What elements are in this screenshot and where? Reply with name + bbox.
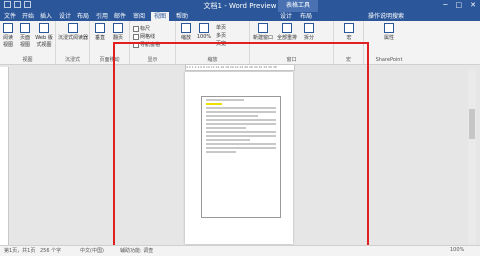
zoom-button[interactable]: 缩放 (178, 23, 194, 41)
new-window-icon (258, 23, 268, 33)
side-to-side-button[interactable]: 翻页 (110, 23, 126, 41)
tab-table-design[interactable]: 设计 (280, 12, 292, 21)
zoom-100-button[interactable]: 100% (196, 23, 212, 40)
title-bar: 文档1 - Word Preview 表格工具 ─ □ ✕ (0, 0, 480, 12)
group-immersive: 沉浸式阅读器 沉浸式 (56, 21, 90, 64)
group-label: SharePoint (375, 57, 403, 63)
vertical-scrollbar[interactable] (468, 69, 476, 245)
checkbox-icon (133, 25, 139, 32)
tab-mailings[interactable]: 邮件 (114, 12, 126, 21)
status-bar: 第1页，共1页 256 个字 中文(中国) 辅助功能: 调查 100% (0, 245, 480, 256)
tell-me-search[interactable]: 操作说明搜索 (368, 12, 404, 21)
maximize-icon[interactable]: □ (456, 1, 463, 9)
new-window-button[interactable]: 新建窗口 (252, 23, 274, 41)
print-layout-button[interactable]: 页面视图 (18, 23, 32, 48)
web-layout-button[interactable]: Web 版式视图 (34, 23, 54, 48)
language-indicator[interactable]: 中文(中国) (80, 247, 104, 254)
immersive-reader-button[interactable]: 沉浸式阅读器 (58, 23, 88, 41)
checkbox-icon (133, 33, 139, 40)
one-page-button[interactable]: 单页 (216, 24, 226, 31)
group-label: 沉浸式 (64, 57, 80, 63)
macros-button[interactable]: 宏 (340, 23, 358, 41)
tab-design[interactable]: 设计 (59, 12, 71, 21)
window-title: 文档1 - Word Preview (203, 2, 277, 10)
accessibility-status[interactable]: 辅助功能: 调查 (120, 247, 153, 254)
zoom-level[interactable]: 100% (450, 247, 464, 253)
tab-review[interactable]: 审阅 (133, 12, 145, 21)
split-icon (304, 23, 314, 33)
read-mode-button[interactable]: 阅读视图 (1, 23, 15, 48)
group-views: 阅读视图 页面视图 Web 版式视图 视图 (0, 21, 56, 64)
vertical-button[interactable]: 垂直 (92, 23, 108, 41)
tab-file[interactable]: 文件 (4, 12, 17, 21)
magnifier-icon (181, 23, 191, 33)
split-button[interactable]: 拆分 (300, 23, 318, 41)
properties-icon (384, 23, 394, 33)
scrollbar-thumb[interactable] (469, 109, 475, 139)
side-to-side-icon (113, 23, 123, 33)
zoom-100-icon (199, 23, 209, 33)
context-tab-label: 表格工具 (278, 0, 318, 12)
annotation-highlight-frame (113, 42, 369, 250)
immersive-reader-icon (68, 23, 78, 33)
multiple-pages-button[interactable]: 多页 (216, 32, 226, 39)
window-controls: ─ □ ✕ (443, 1, 476, 9)
web-layout-icon (39, 23, 49, 33)
tab-table-layout[interactable]: 布局 (300, 12, 312, 21)
ribbon-tabs: 文件 开始 插入 设计 布局 引用 邮件 审阅 视图 帮助 设计 布局 操作说明… (0, 12, 480, 21)
tab-layout[interactable]: 布局 (77, 12, 89, 21)
group-label: 视图 (22, 57, 33, 63)
tab-view[interactable]: 视图 (151, 12, 170, 21)
page-count[interactable]: 第1页，共1页 (4, 247, 35, 254)
group-sharepoint: 属性 SharePoint (364, 21, 414, 64)
macro-icon (344, 23, 354, 33)
word-count[interactable]: 256 个字 (40, 247, 61, 254)
tab-references[interactable]: 引用 (96, 12, 108, 21)
gridlines-checkbox[interactable]: 网格线 (133, 33, 155, 40)
vertical-ruler[interactable] (0, 67, 9, 245)
arrange-all-button[interactable]: 全部重排 (276, 23, 298, 41)
ruler-checkbox[interactable]: 标尺 (133, 25, 150, 32)
close-icon[interactable]: ✕ (470, 1, 476, 9)
print-layout-icon (20, 23, 30, 33)
tab-help[interactable]: 帮助 (176, 12, 188, 21)
properties-button[interactable]: 属性 (380, 23, 398, 41)
vertical-icon (95, 23, 105, 33)
minimize-icon[interactable]: ─ (443, 1, 447, 9)
arrange-all-icon (282, 23, 292, 33)
tab-home[interactable]: 开始 (22, 12, 34, 21)
tab-insert[interactable]: 插入 (40, 12, 52, 21)
read-mode-icon (3, 23, 13, 33)
